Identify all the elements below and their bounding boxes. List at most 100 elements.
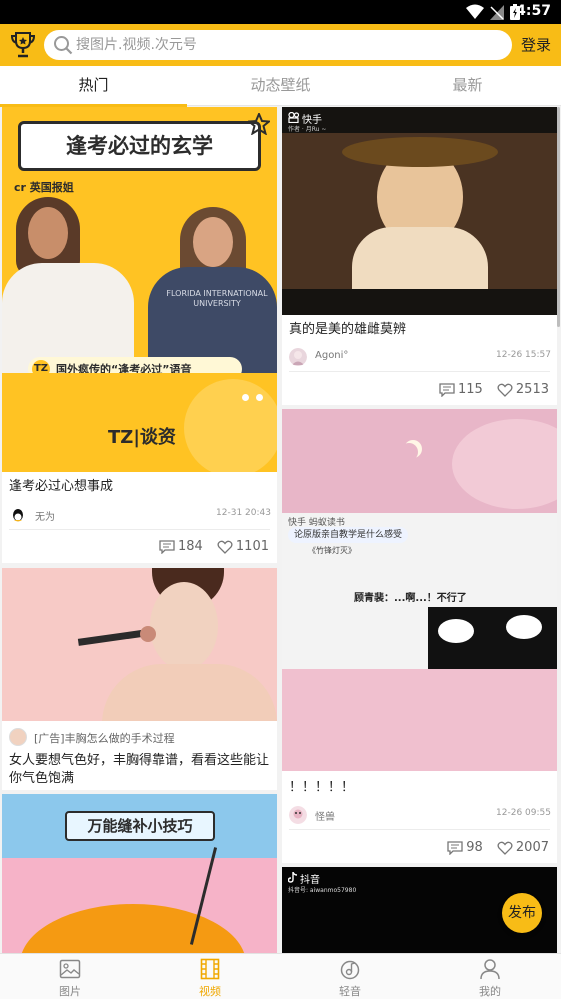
nav-item-music[interactable]: 轻音 bbox=[280, 954, 420, 999]
comment-icon[interactable] bbox=[439, 382, 455, 397]
video-meta: Agoni° 12-26 15:57 bbox=[289, 347, 551, 367]
cloud bbox=[452, 419, 557, 509]
video-title: ！！！！！ bbox=[289, 780, 355, 795]
avatar[interactable] bbox=[289, 806, 307, 824]
character-robe bbox=[352, 227, 488, 289]
ad-label[interactable]: [广告]丰胸怎么做的手术过程 bbox=[34, 730, 175, 746]
avatar[interactable] bbox=[9, 506, 27, 524]
shirt-text: FLORIDA INTERNATIONAL UNIVERSITY bbox=[166, 289, 268, 308]
like-count: 2513 bbox=[515, 382, 549, 397]
heart-icon[interactable] bbox=[497, 383, 513, 397]
ad-thumbnail[interactable] bbox=[2, 568, 277, 721]
video-meta: 无为 12-31 20:43 bbox=[9, 505, 271, 525]
thumb-bubble: 论原版亲自教学是什么感受 bbox=[288, 527, 409, 543]
thumb-sub: 作者 · 月Ru ~ bbox=[288, 126, 327, 133]
username[interactable]: 无为 bbox=[35, 508, 55, 523]
makeup-brush bbox=[77, 629, 149, 646]
divider bbox=[9, 529, 270, 530]
decor-circle bbox=[184, 379, 277, 472]
thumb-dialog: 顾青裴：...啊...！不行了 bbox=[354, 593, 467, 604]
username[interactable]: 怪兽 bbox=[315, 808, 335, 823]
orange-fruit bbox=[20, 904, 246, 953]
manga-eye bbox=[506, 615, 542, 639]
person-face bbox=[193, 217, 233, 267]
video-card[interactable]: 快手 作者 · 月Ru ~ 真的是美的雄雌莫辨 Agoni° 12-26 15:… bbox=[282, 107, 557, 405]
candle-crown bbox=[342, 137, 498, 167]
search-bar[interactable] bbox=[44, 30, 512, 60]
video-stats: 115 2513 bbox=[439, 382, 549, 397]
video-card[interactable]: 快手 蚂蚁读书 论原版亲自教学是什么感受 《竹锋灯灭》 顾青裴：...啊...！… bbox=[282, 409, 557, 863]
thumb-sub: 抖音号: aiwanmo57980 bbox=[288, 887, 357, 894]
carousel-dot bbox=[242, 394, 249, 401]
film-icon bbox=[200, 958, 220, 980]
like-count: 1101 bbox=[235, 539, 269, 554]
video-thumbnail[interactable]: 逢考必过的玄学 cr 英国报姐 FLORIDA INTERNATIONAL UN… bbox=[2, 107, 277, 472]
video-card[interactable]: 逢考必过的玄学 cr 英国报姐 FLORIDA INTERNATIONAL UN… bbox=[2, 107, 277, 563]
signal-icon bbox=[490, 5, 504, 20]
nav-label: 我的 bbox=[479, 985, 501, 998]
status-bar: 4:57 bbox=[0, 0, 561, 24]
nav-label: 视频 bbox=[199, 985, 221, 998]
kuaishou-icon bbox=[288, 112, 300, 123]
nav-item-profile[interactable]: 我的 bbox=[420, 954, 560, 999]
thumb-bottom bbox=[282, 669, 557, 771]
heart-icon[interactable] bbox=[497, 841, 513, 855]
divider bbox=[289, 829, 550, 830]
thumb-brand: 抖音 bbox=[300, 875, 320, 886]
avatar[interactable] bbox=[289, 348, 307, 366]
star-icon bbox=[248, 113, 270, 135]
video-thumbnail[interactable]: 万能缝补小技巧 bbox=[2, 794, 277, 953]
tab-hot[interactable]: 热门 bbox=[0, 66, 187, 107]
person-face bbox=[28, 207, 68, 259]
ad-avatar bbox=[9, 728, 27, 746]
video-stats: 184 1101 bbox=[159, 539, 269, 554]
scrollbar[interactable] bbox=[557, 107, 560, 327]
video-title: 逢考必过心想事成 bbox=[9, 479, 114, 494]
person-face bbox=[150, 582, 218, 670]
video-meta: 怪兽 12-26 09:55 bbox=[289, 805, 551, 825]
thumb-tag: cr 英国报姐 bbox=[14, 181, 74, 194]
video-feed: 逢考必过的玄学 cr 英国报姐 FLORIDA INTERNATIONAL UN… bbox=[0, 107, 561, 953]
video-title: 真的是美的雄雌莫辨 bbox=[289, 322, 407, 337]
tab-live-wallpaper[interactable]: 动态壁纸 bbox=[187, 66, 374, 106]
nav-label: 轻音 bbox=[339, 985, 361, 998]
person-icon bbox=[480, 959, 500, 980]
comment-icon[interactable] bbox=[159, 539, 175, 554]
username[interactable]: Agoni° bbox=[315, 350, 348, 361]
tab-latest[interactable]: 最新 bbox=[374, 66, 561, 106]
post-date: 12-26 15:57 bbox=[496, 350, 551, 360]
publish-button[interactable]: 发布 bbox=[502, 893, 542, 933]
comment-count: 115 bbox=[457, 382, 483, 397]
image-icon bbox=[59, 959, 81, 979]
like-count: 2007 bbox=[515, 840, 549, 855]
tiktok-icon bbox=[288, 872, 298, 883]
trophy-icon[interactable] bbox=[10, 31, 36, 59]
ad-card[interactable]: [广告]丰胸怎么做的手术过程 女人要想气色好，丰胸得靠谱，看看这些能让你气色饱满 bbox=[2, 568, 277, 790]
status-time: 4:57 bbox=[516, 3, 551, 19]
manga-eye bbox=[438, 619, 474, 643]
thumb-banner: 万能缝补小技巧 bbox=[65, 811, 215, 841]
login-button[interactable]: 登录 bbox=[521, 34, 551, 55]
heart-icon[interactable] bbox=[217, 540, 233, 554]
category-tabs: 热门 动态壁纸 最新 bbox=[0, 66, 561, 107]
video-thumbnail[interactable]: 快手 作者 · 月Ru ~ bbox=[282, 107, 557, 315]
nav-item-images[interactable]: 图片 bbox=[0, 954, 140, 999]
comment-icon[interactable] bbox=[447, 840, 463, 855]
video-card[interactable]: 万能缝补小技巧 bbox=[2, 794, 277, 953]
search-icon bbox=[54, 36, 73, 55]
thumb-brand: TZ|谈资 bbox=[108, 427, 176, 448]
wifi-icon bbox=[466, 4, 484, 19]
video-stats: 98 2007 bbox=[447, 840, 549, 855]
video-thumbnail[interactable]: 快手 蚂蚁读书 论原版亲自教学是什么感受 《竹锋灯灭》 顾青裴：...啊...！… bbox=[282, 409, 557, 771]
brush-head bbox=[140, 626, 156, 642]
nav-label: 图片 bbox=[59, 985, 81, 998]
search-input[interactable] bbox=[76, 30, 496, 60]
post-date: 12-31 20:43 bbox=[216, 508, 271, 518]
person-shoulders bbox=[102, 664, 277, 721]
divider bbox=[289, 371, 550, 372]
nav-item-videos[interactable]: 视频 bbox=[140, 954, 280, 999]
music-disc-icon bbox=[340, 960, 360, 980]
carousel-dot bbox=[256, 394, 263, 401]
moon-icon bbox=[400, 443, 418, 461]
top-bar: 登录 bbox=[0, 24, 561, 66]
